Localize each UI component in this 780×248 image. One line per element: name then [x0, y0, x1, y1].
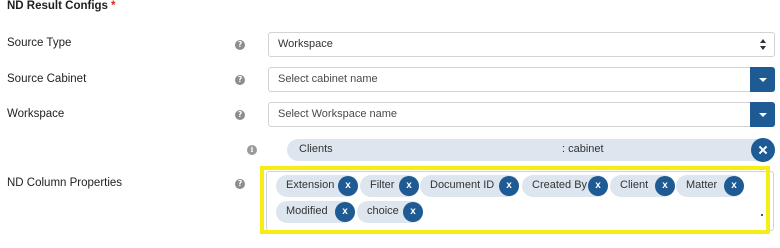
selected-cabinet-name: Clients — [299, 143, 333, 155]
source-type-label: Source Type — [7, 37, 72, 49]
info-icon: i — [247, 145, 257, 155]
source-cabinet-label: Source Cabinet — [7, 73, 87, 85]
highlight-box — [260, 166, 770, 234]
source-cabinet-dropdown-button[interactable] — [750, 67, 775, 92]
workspace-dropdown[interactable]: Select Workspace name — [268, 102, 775, 127]
nd-column-properties-label: ND Column Properties — [7, 177, 123, 189]
workspace-dropdown-button[interactable] — [750, 102, 775, 127]
source-cabinet-help-icon[interactable]: ? — [235, 75, 245, 85]
nd-column-properties-help-icon[interactable]: ? — [235, 179, 245, 189]
workspace-label: Workspace — [7, 108, 65, 120]
selected-cabinet-chip: Clients : cabinet — [287, 138, 775, 162]
source-type-select[interactable]: Workspace — [268, 32, 775, 57]
section-title-text: ND Result Configs — [7, 0, 108, 12]
source-type-value: Workspace — [278, 38, 333, 50]
select-arrows-icon — [759, 39, 767, 51]
source-cabinet-placeholder: Select cabinet name — [278, 73, 378, 85]
required-asterisk: * — [110, 0, 116, 12]
remove-cabinet-close-icon[interactable] — [751, 138, 775, 162]
workspace-placeholder: Select Workspace name — [278, 108, 398, 120]
section-title: ND Result Configs * — [7, 0, 115, 12]
selected-cabinet-type: : cabinet — [562, 143, 604, 155]
source-type-help-icon[interactable]: ? — [235, 40, 245, 50]
workspace-help-icon[interactable]: ? — [235, 110, 245, 120]
source-cabinet-dropdown[interactable]: Select cabinet name — [268, 67, 775, 92]
